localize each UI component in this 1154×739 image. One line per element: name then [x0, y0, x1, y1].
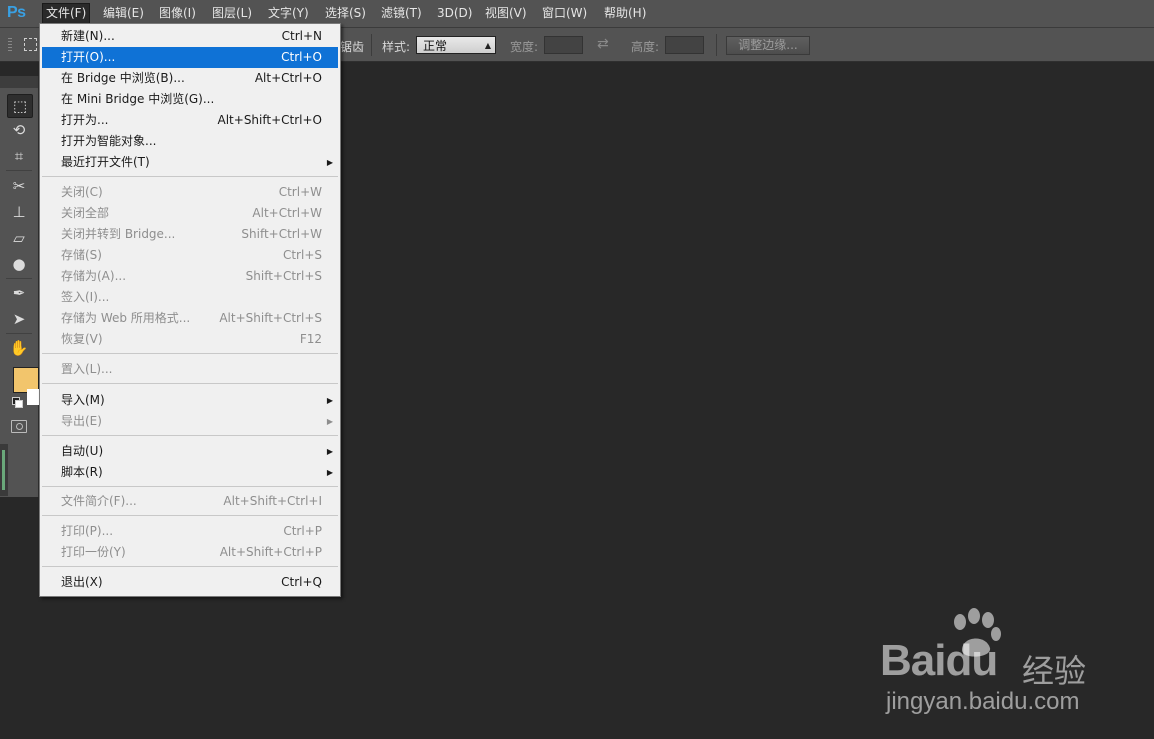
menu-separator: [42, 566, 338, 567]
menu-separator: [42, 435, 338, 436]
menu-item-print[interactable]: 打印(P)... Ctrl+P: [42, 521, 338, 542]
menu-separator: [42, 486, 338, 487]
menu-type[interactable]: 文字(Y): [265, 4, 312, 23]
divider: [6, 333, 32, 334]
menu-help[interactable]: 帮助(H): [601, 4, 649, 23]
menu-separator: [42, 383, 338, 384]
submenu-arrow-icon: ▶: [326, 158, 333, 167]
height-input[interactable]: [665, 36, 704, 54]
hand-icon[interactable]: ✋: [7, 337, 31, 359]
height-label: 高度:: [631, 40, 660, 54]
photoshop-logo: Ps: [7, 4, 26, 21]
divider: [6, 170, 32, 171]
default-colors-icon[interactable]: [12, 397, 23, 408]
path-select-icon[interactable]: ➤: [7, 308, 31, 330]
menu-item-new[interactable]: 新建(N)... Ctrl+N: [42, 26, 338, 47]
stamp-icon[interactable]: ⊥: [7, 201, 31, 223]
pen-icon[interactable]: ✒: [7, 282, 31, 304]
jingyan-label: 经验: [1022, 652, 1087, 690]
menu-item-exit[interactable]: 退出(X) Ctrl+Q: [42, 572, 338, 593]
menu-window[interactable]: 窗口(W): [539, 4, 590, 23]
crop-icon[interactable]: ⌗: [7, 145, 31, 167]
lasso-icon[interactable]: ⟲: [7, 119, 31, 141]
menu-item-file-info[interactable]: 文件简介(F)... Alt+Shift+Ctrl+I: [42, 491, 338, 512]
submenu-arrow-icon: ▶: [326, 396, 333, 405]
menu-item-close-go-bridge[interactable]: 关闭并转到 Bridge... Shift+Ctrl+W: [42, 224, 338, 245]
chevron-updown-icon: ▲: [484, 41, 491, 50]
rect-marquee-preset-icon[interactable]: [24, 38, 37, 51]
menu-item-scripts[interactable]: 脚本(R) ▶: [42, 462, 338, 483]
menu-separator: [42, 353, 338, 354]
menu-item-place[interactable]: 置入(L)...: [42, 359, 338, 380]
menu-edit[interactable]: 编辑(E): [100, 4, 147, 23]
refine-edge-button[interactable]: 调整边缘...: [726, 36, 810, 55]
menu-item-save-as[interactable]: 存储为(A)... Shift+Ctrl+S: [42, 266, 338, 287]
swap-arrows-icon[interactable]: ⇄: [597, 36, 609, 52]
menu-filter[interactable]: 滤镜(T): [378, 4, 425, 23]
menu-select[interactable]: 选择(S): [322, 4, 369, 23]
grip-icon[interactable]: [8, 38, 12, 52]
divider: [6, 278, 32, 279]
tools-panel-header[interactable]: [0, 76, 38, 88]
menu-item-save-for-web[interactable]: 存储为 Web 所用格式... Alt+Shift+Ctrl+S: [42, 308, 338, 329]
menu-item-save[interactable]: 存储(S) Ctrl+S: [42, 245, 338, 266]
blur-icon[interactable]: ●: [7, 253, 31, 275]
menu-view[interactable]: 视图(V): [482, 4, 530, 23]
submenu-arrow-icon: ▶: [326, 468, 333, 477]
menu-item-revert[interactable]: 恢复(V) F12: [42, 329, 338, 350]
file-menu-dropdown: 新建(N)... Ctrl+N 打开(O)... Ctrl+O 在 Bridge…: [39, 23, 341, 597]
width-label: 宽度:: [510, 40, 539, 54]
marquee-icon[interactable]: ⬚: [7, 94, 33, 118]
menu-item-recent-files[interactable]: 最近打开文件(T) ▶: [42, 152, 338, 173]
background-color-swatch[interactable]: [27, 389, 39, 405]
menu-item-print-one-copy[interactable]: 打印一份(Y) Alt+Shift+Ctrl+P: [42, 542, 338, 563]
watermark-url: jingyan.baidu.com: [886, 688, 1080, 715]
tools-panel: ⬚ ⟲ ⌗ ✂ ⊥ ▱ ● ✒ ➤ ✋: [0, 76, 39, 497]
divider: [371, 34, 372, 56]
submenu-arrow-icon: ▶: [326, 417, 333, 426]
menu-file[interactable]: 文件(F): [42, 3, 91, 24]
menu-item-close-all[interactable]: 关闭全部 Alt+Ctrl+W: [42, 203, 338, 224]
menu-item-browse-bridge[interactable]: 在 Bridge 中浏览(B)... Alt+Ctrl+O: [42, 68, 338, 89]
menu-item-export[interactable]: 导出(E) ▶: [42, 411, 338, 432]
menu-item-browse-mini-bridge[interactable]: 在 Mini Bridge 中浏览(G)...: [42, 89, 338, 110]
eraser-icon[interactable]: ▱: [7, 227, 31, 249]
style-select-value: 正常: [423, 39, 448, 53]
menu-3d[interactable]: 3D(D): [434, 4, 475, 23]
menu-item-open[interactable]: 打开(O)... Ctrl+O: [42, 47, 338, 68]
side-scrollbar[interactable]: [0, 444, 8, 496]
menu-item-check-in[interactable]: 签入(I)...: [42, 287, 338, 308]
submenu-arrow-icon: ▶: [326, 447, 333, 456]
menu-item-import[interactable]: 导入(M) ▶: [42, 390, 338, 411]
healing-icon[interactable]: ✂: [7, 175, 31, 197]
baidu-wordmark: Baidu: [880, 636, 998, 685]
menu-separator: [42, 176, 338, 177]
menu-item-open-smart-object[interactable]: 打开为智能对象...: [42, 131, 338, 152]
style-select[interactable]: 正常 ▲: [416, 36, 496, 54]
width-input[interactable]: [544, 36, 583, 54]
style-label: 样式:: [382, 40, 411, 54]
menu-image[interactable]: 图像(I): [156, 4, 199, 23]
menu-layer[interactable]: 图层(L): [209, 4, 255, 23]
menu-item-close[interactable]: 关闭(C) Ctrl+W: [42, 182, 338, 203]
anti-alias-label: 锯齿: [340, 40, 365, 54]
menu-separator: [42, 515, 338, 516]
quick-mask-icon[interactable]: [11, 420, 27, 433]
menu-item-automate[interactable]: 自动(U) ▶: [42, 441, 338, 462]
divider: [716, 34, 717, 56]
menu-item-open-as[interactable]: 打开为... Alt+Shift+Ctrl+O: [42, 110, 338, 131]
